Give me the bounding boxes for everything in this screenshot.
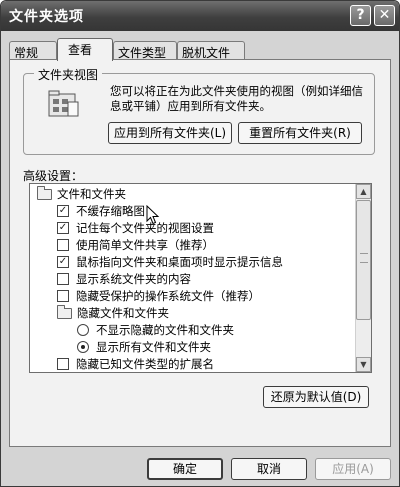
list-item[interactable]: ✓ 不缓存缩略图 [30, 203, 352, 219]
folder-views-icon [48, 90, 79, 117]
tree-item-label: 显示所有文件和文件夹 [96, 340, 211, 354]
list-item[interactable]: 显示所有文件和文件夹 [30, 339, 352, 355]
ok-button[interactable]: 确定 [147, 458, 223, 480]
tree-folder-hidden-files: 隐藏文件和文件夹 [30, 305, 352, 321]
chevron-down-icon: ▼ [360, 360, 367, 369]
list-item[interactable]: 隐藏受保护的操作系统文件（推荐） [30, 288, 352, 304]
tree-item-label: 隐藏受保护的操作系统文件（推荐） [76, 289, 260, 303]
radio-do-not-show-hidden[interactable] [77, 324, 89, 336]
window-title: 文件夹选项 [9, 9, 84, 25]
folder-views-description: 您可以将正在为此文件夹使用的视图（例如详细信息或平铺）应用到所有文件夹。 [110, 84, 363, 113]
list-item[interactable]: ✓ 记住每个文件夹的视图设置 [30, 220, 352, 236]
folder-icon [57, 305, 72, 319]
close-icon: ✕ [378, 7, 391, 23]
tree-item-label: 隐藏已知文件类型的扩展名 [76, 357, 214, 371]
list-item[interactable]: 使用简单文件共享（推荐） [30, 237, 352, 253]
apply-button[interactable]: 应用(A) [315, 458, 391, 480]
checkbox-show-popup-description[interactable]: ✓ [57, 256, 69, 268]
checkbox-simple-file-sharing[interactable] [57, 239, 69, 251]
reset-all-folders-button[interactable]: 重置所有文件夹(R) [238, 122, 362, 144]
tab-file-types[interactable]: 文件类型 [113, 41, 177, 60]
tree-item-label: 隐藏文件和文件夹 [77, 306, 169, 320]
tab-offline-files[interactable]: 脱机文件 [177, 41, 245, 60]
folder-icon [37, 186, 52, 200]
tree-item-label: 文件和文件夹 [57, 187, 126, 201]
checkbox-remember-view-settings[interactable]: ✓ [57, 222, 69, 234]
tree-item-label: 不显示隐藏的文件和文件夹 [96, 323, 234, 337]
checkbox-no-thumbnail-cache[interactable]: ✓ [57, 205, 69, 217]
scroll-thumb[interactable] [356, 200, 371, 320]
tree-item-label: 使用简单文件共享（推荐） [76, 238, 214, 252]
help-button[interactable]: ? [350, 5, 371, 26]
folder-options-dialog: 文件夹选项 ? ✕ 常规 查看 文件类型 脱机文件 文件夹视图 您可以将正在为此… [0, 0, 400, 487]
grip-icon [360, 253, 368, 263]
tab-view[interactable]: 查看 [57, 38, 113, 61]
list-item[interactable]: 隐藏已知文件类型的扩展名 [30, 356, 352, 372]
apply-to-all-folders-button[interactable]: 应用到所有文件夹(L) [108, 122, 232, 144]
list-item[interactable]: 显示系统文件夹的内容 [30, 271, 352, 287]
list-item[interactable]: ✓ 鼠标指向文件夹和桌面项时显示提示信息 [30, 254, 352, 270]
advanced-settings-label: 高级设置： [23, 169, 84, 183]
folder-views-group: 文件夹视图 您可以将正在为此文件夹使用的视图（例如详细信息或平铺）应用到所有文件… [23, 66, 375, 155]
tree-item-label: 显示系统文件夹的内容 [76, 272, 191, 286]
tree-item-label: 鼠标指向文件夹和桌面项时显示提示信息 [76, 255, 283, 269]
tab-strip: 常规 查看 文件类型 脱机文件 [9, 38, 389, 61]
tree-item-label: 不缓存缩略图 [76, 204, 145, 218]
tab-general[interactable]: 常规 [9, 41, 57, 60]
list-item[interactable]: 不显示隐藏的文件和文件夹 [30, 322, 352, 338]
scroll-down-button[interactable]: ▼ [356, 357, 371, 372]
advanced-settings-tree[interactable]: 文件和文件夹 ✓ 不缓存缩略图 ✓ 记住每个文件夹的视图设置 使用简单文件共享（… [29, 183, 372, 373]
close-button[interactable]: ✕ [374, 5, 395, 26]
mouse-cursor-icon [146, 205, 160, 225]
cancel-button[interactable]: 取消 [231, 458, 307, 480]
title-bar[interactable]: 文件夹选项 ? ✕ [1, 1, 399, 31]
tree-folder-files-and-folders: 文件和文件夹 [30, 186, 352, 202]
restore-defaults-button[interactable]: 还原为默认值(D) [263, 386, 369, 408]
checkbox-hide-known-extensions[interactable] [57, 358, 69, 370]
tree-scrollbar[interactable]: ▲ ▼ [355, 184, 371, 372]
chevron-up-icon: ▲ [360, 187, 367, 196]
tree-item-label: 记住每个文件夹的视图设置 [76, 221, 214, 235]
help-icon: ? [356, 7, 365, 23]
checkbox-show-system-folder-contents[interactable] [57, 273, 69, 285]
folder-views-title: 文件夹视图 [34, 66, 103, 83]
checkbox-hide-protected-os-files[interactable] [57, 290, 69, 302]
radio-show-all-hidden[interactable] [77, 341, 89, 353]
scroll-up-button[interactable]: ▲ [356, 184, 371, 199]
